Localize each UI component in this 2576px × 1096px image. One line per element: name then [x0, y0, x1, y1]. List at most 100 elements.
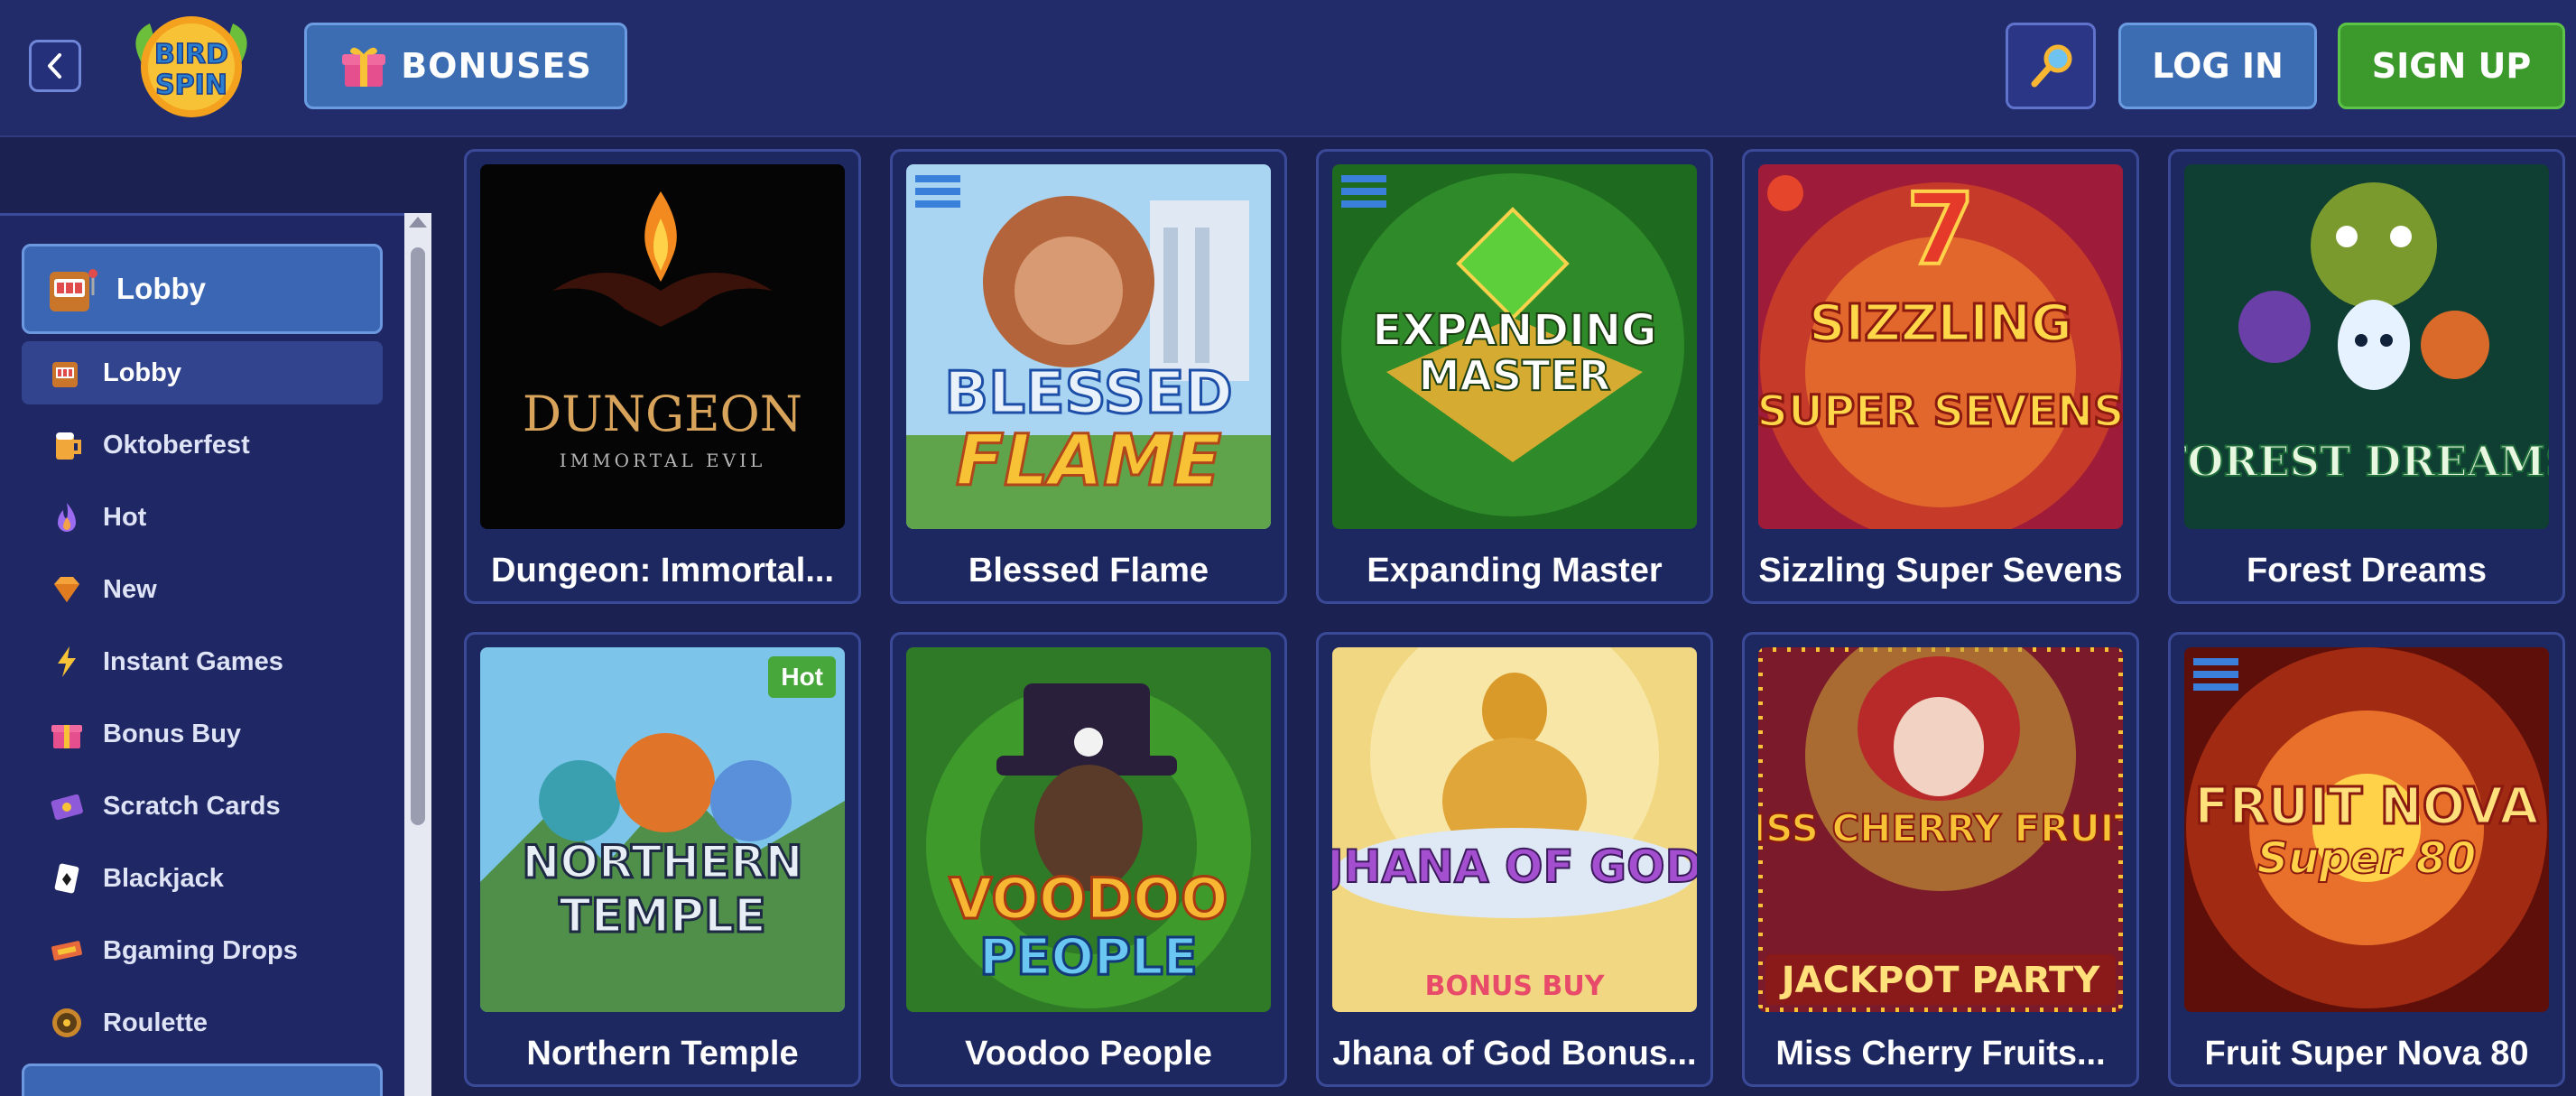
sidebar-item-label: Roulette	[103, 1008, 208, 1037]
sidebar-item-blackjack[interactable]: Blackjack	[22, 847, 383, 910]
svg-text:BIRD: BIRD	[154, 39, 228, 70]
game-title[interactable]: Fruit Super Nova 80	[2176, 1028, 2557, 1079]
sidebar-item-instant-games[interactable]: Instant Games	[22, 630, 383, 693]
sidebar-item-bonus-buy[interactable]: Bonus Buy	[22, 702, 383, 766]
diamond-icon	[49, 571, 85, 608]
slot-machine-icon	[50, 269, 97, 311]
game-title[interactable]: Voodoo People	[898, 1028, 1279, 1079]
game-card-jhana-of-god[interactable]: JHANA OF GOD BONUS BUY Jhana of God Bonu…	[1316, 632, 1713, 1087]
provider-mark-icon	[1341, 175, 1386, 208]
game-art-subtitle: BONUS BUY	[1425, 971, 1606, 1002]
game-card-blessed-flame[interactable]: BLESSED FLAME Blessed Flame	[890, 149, 1287, 604]
game-thumbnail[interactable]: BLESSED FLAME	[906, 164, 1271, 529]
chevron-left-icon	[48, 53, 61, 79]
slot-machine-icon	[49, 355, 85, 391]
game-title[interactable]: Sizzling Super Sevens	[1750, 545, 2131, 596]
signup-button[interactable]: SIGN UP	[2338, 23, 2565, 109]
game-thumbnail[interactable]: 7 SIZZLING SUPER SEVENS	[1758, 164, 2123, 529]
search-icon	[2031, 44, 2072, 88]
game-title[interactable]: Miss Cherry Fruits...	[1750, 1028, 2131, 1079]
gift-icon	[49, 716, 85, 752]
sidebar-item-hot[interactable]: Hot	[22, 486, 383, 549]
sidebar-section-lobby[interactable]: Lobby	[22, 244, 383, 334]
bonuses-button[interactable]: BONUSES	[304, 23, 627, 109]
sidebar-item-bgaming-drops[interactable]: Bgaming Drops	[22, 919, 383, 982]
game-art-title: MISS CHERRY FRUITS	[1758, 806, 2123, 850]
game-thumbnail[interactable]: MISS CHERRY FRUITS JACKPOT PARTY	[1758, 647, 2123, 1012]
game-title[interactable]: Jhana of God Bonus...	[1324, 1028, 1705, 1079]
game-card-forest-dreams[interactable]: FOREST DREAMS Forest Dreams	[2168, 149, 2565, 604]
svg-text:SPIN: SPIN	[155, 70, 227, 101]
game-card-fruit-super-nova-80[interactable]: FRUIT NOVA Super 80 Fruit Super Nova 80	[2168, 632, 2565, 1087]
game-art-title: VOODOO	[949, 866, 1228, 932]
game-art-subtitle: JACKPOT PARTY	[1779, 960, 2101, 1001]
game-title[interactable]: Northern Temple	[472, 1028, 853, 1079]
game-thumbnail[interactable]: VOODOO PEOPLE	[906, 647, 1271, 1012]
game-art-subtitle: TEMPLE	[559, 889, 766, 943]
provider-mark-icon	[2193, 658, 2238, 691]
game-art-title: EXPANDING	[1372, 305, 1656, 356]
game-card-northern-temple[interactable]: NORTHERN TEMPLE Hot Northern Temple	[464, 632, 861, 1087]
game-thumbnail[interactable]: NORTHERN TEMPLE Hot	[480, 647, 845, 1012]
lightning-icon	[49, 644, 85, 680]
game-art-subtitle: SUPER SEVENS	[1758, 386, 2123, 437]
sidebar-item-scratch-cards[interactable]: Scratch Cards	[22, 775, 383, 838]
svg-text:7: 7	[1906, 172, 1976, 287]
game-art-subtitle: IMMORTAL EVIL	[560, 450, 766, 471]
sidebar-item-label: Bonus Buy	[103, 719, 242, 748]
login-label: LOG IN	[2152, 46, 2284, 86]
game-title[interactable]: Blessed Flame	[898, 545, 1279, 596]
hot-badge: Hot	[768, 656, 836, 698]
game-card-sizzling-super-sevens[interactable]: 7 SIZZLING SUPER SEVENS Sizzling Super S…	[1742, 149, 2139, 604]
gift-icon	[342, 47, 386, 87]
sidebar-item-new[interactable]: New	[22, 558, 383, 621]
game-art-subtitle: PEOPLE	[979, 928, 1198, 987]
game-card-miss-cherry-fruits[interactable]: MISS CHERRY FRUITS JACKPOT PARTY Miss Ch…	[1742, 632, 2139, 1087]
beer-mug-icon	[49, 427, 85, 463]
sidebar-item-label: Scratch Cards	[103, 791, 281, 821]
sidebar-item-label: Oktoberfest	[103, 430, 250, 460]
game-thumbnail[interactable]: FRUIT NOVA Super 80	[2184, 647, 2549, 1012]
bird-spin-logo[interactable]: BIRD SPIN	[123, 7, 260, 125]
roulette-icon	[49, 1005, 85, 1041]
sidebar-scrollbar[interactable]	[404, 213, 431, 1096]
ticket-icon	[49, 933, 85, 969]
game-thumbnail[interactable]: JHANA OF GOD BONUS BUY	[1332, 647, 1697, 1012]
scroll-thumb[interactable]	[411, 247, 425, 825]
flame-icon	[49, 499, 85, 535]
sidebar-item-label: Hot	[103, 502, 147, 532]
game-card-expanding-master[interactable]: EXPANDING MASTER Expanding Master	[1316, 149, 1713, 604]
login-button[interactable]: LOG IN	[2118, 23, 2317, 109]
back-button[interactable]	[29, 40, 81, 92]
sidebar-item-label: Instant Games	[103, 646, 283, 676]
playing-card-icon	[49, 860, 85, 896]
game-art-title: BLESSED	[944, 360, 1232, 427]
game-art-title: NORTHERN	[522, 836, 802, 888]
top-header: BIRD SPIN BONUSES LOG IN SIGN UP	[0, 0, 2576, 137]
scroll-up-arrow[interactable]	[409, 217, 427, 228]
game-title[interactable]: Forest Dreams	[2176, 545, 2557, 596]
sidebar-item-roulette[interactable]: Roulette	[22, 991, 383, 1054]
game-card-dungeon[interactable]: DUNGEON IMMORTAL EVIL Dungeon: Immortal.…	[464, 149, 861, 604]
sidebar-item-label: New	[103, 574, 157, 604]
sidebar-section-next[interactable]	[22, 1063, 383, 1096]
game-art-title: JHANA OF GOD	[1332, 841, 1697, 893]
game-thumbnail[interactable]: EXPANDING MASTER	[1332, 164, 1697, 529]
scratch-card-icon	[49, 788, 85, 824]
sidebar-item-label: Bgaming Drops	[103, 935, 298, 965]
search-button[interactable]	[2006, 23, 2096, 109]
game-art-title: SIZZLING	[1809, 294, 2072, 353]
sidebar-section-title: Lobby	[116, 272, 206, 305]
sidebar-item-oktoberfest[interactable]: Oktoberfest	[22, 413, 383, 477]
game-art-title: FRUIT NOVA	[2194, 777, 2539, 836]
game-thumbnail[interactable]: FOREST DREAMS	[2184, 164, 2549, 529]
game-art-subtitle: MASTER	[1419, 351, 1611, 400]
signup-label: SIGN UP	[2371, 46, 2532, 86]
game-thumbnail[interactable]: DUNGEON IMMORTAL EVIL	[480, 164, 845, 529]
game-art-subtitle: FLAME	[956, 421, 1221, 502]
game-art-title: DUNGEON	[523, 385, 802, 442]
sidebar-item-lobby[interactable]: Lobby	[22, 341, 383, 404]
game-title[interactable]: Dungeon: Immortal...	[472, 545, 853, 596]
game-card-voodoo-people[interactable]: VOODOO PEOPLE Voodoo People	[890, 632, 1287, 1087]
game-title[interactable]: Expanding Master	[1324, 545, 1705, 596]
